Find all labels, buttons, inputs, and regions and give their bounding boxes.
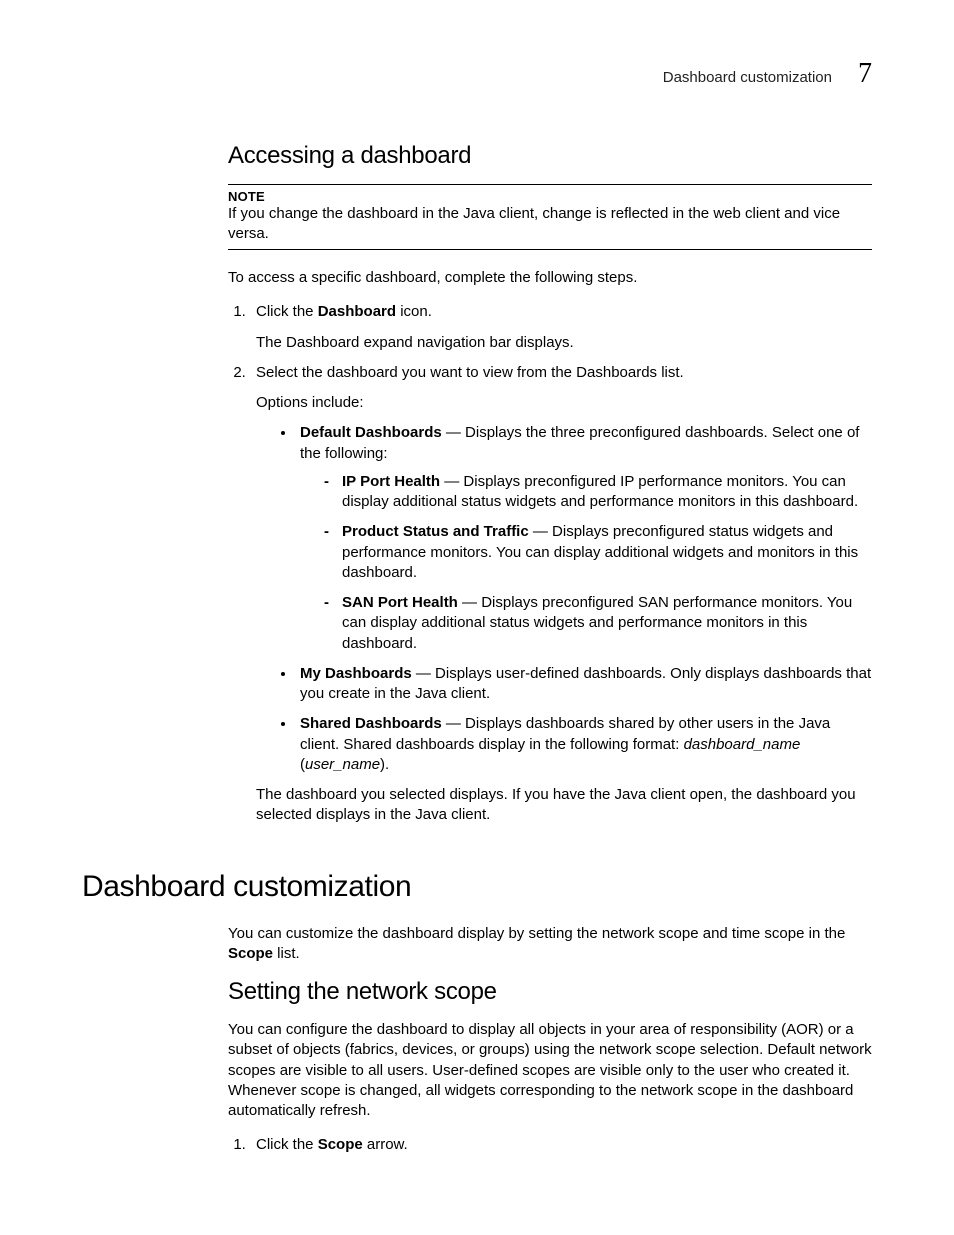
step-2-after: The dashboard you selected displays. If … (256, 785, 872, 826)
dash-ip-port-health: IP Port Health — Displays preconfigured … (324, 472, 872, 513)
heading-accessing-dashboard: Accessing a dashboard (228, 142, 872, 170)
step-1-sub: The Dashboard expand navigation bar disp… (256, 333, 872, 353)
intro-text: To access a specific dashboard, complete… (228, 268, 872, 288)
scope-steps-list: Click the Scope arrow. (228, 1135, 872, 1155)
step-1-text: Click the Dashboard icon. (256, 303, 432, 320)
steps-list: Click the Dashboard icon. The Dashboard … (228, 302, 872, 825)
dash-san-port-health: SAN Port Health — Displays preconfigured… (324, 593, 872, 654)
default-dashboard-sublist: IP Port Health — Displays preconfigured … (300, 472, 872, 654)
note-label: NOTE (228, 189, 872, 204)
note-block: NOTE If you change the dashboard in the … (228, 184, 872, 250)
bullet-shared-dashboards: Shared Dashboards — Displays dashboards … (296, 714, 872, 775)
step-2-sub: Options include: (256, 393, 872, 413)
heading-setting-network-scope: Setting the network scope (228, 978, 872, 1006)
note-body: If you change the dashboard in the Java … (228, 204, 872, 243)
heading-dashboard-customization: Dashboard customization (82, 870, 872, 904)
options-bullets: Default Dashboards — Displays the three … (256, 423, 872, 775)
step-1: Click the Dashboard icon. The Dashboard … (250, 302, 872, 353)
header-title: Dashboard customization (663, 69, 832, 86)
dash-product-status-traffic: Product Status and Traffic — Displays pr… (324, 522, 872, 583)
bullet-my-dashboards: My Dashboards — Displays user-defined da… (296, 664, 872, 705)
step-2-text: Select the dashboard you want to view fr… (256, 364, 684, 381)
customization-intro: You can customize the dashboard display … (228, 924, 872, 965)
network-scope-para: You can configure the dashboard to displ… (228, 1020, 872, 1121)
step-2: Select the dashboard you want to view fr… (250, 363, 872, 826)
scope-step-1: Click the Scope arrow. (250, 1135, 872, 1155)
page-header: Dashboard customization 7 (82, 58, 872, 90)
bullet-default-dashboards: Default Dashboards — Displays the three … (296, 423, 872, 654)
header-chapter-number: 7 (858, 58, 872, 90)
